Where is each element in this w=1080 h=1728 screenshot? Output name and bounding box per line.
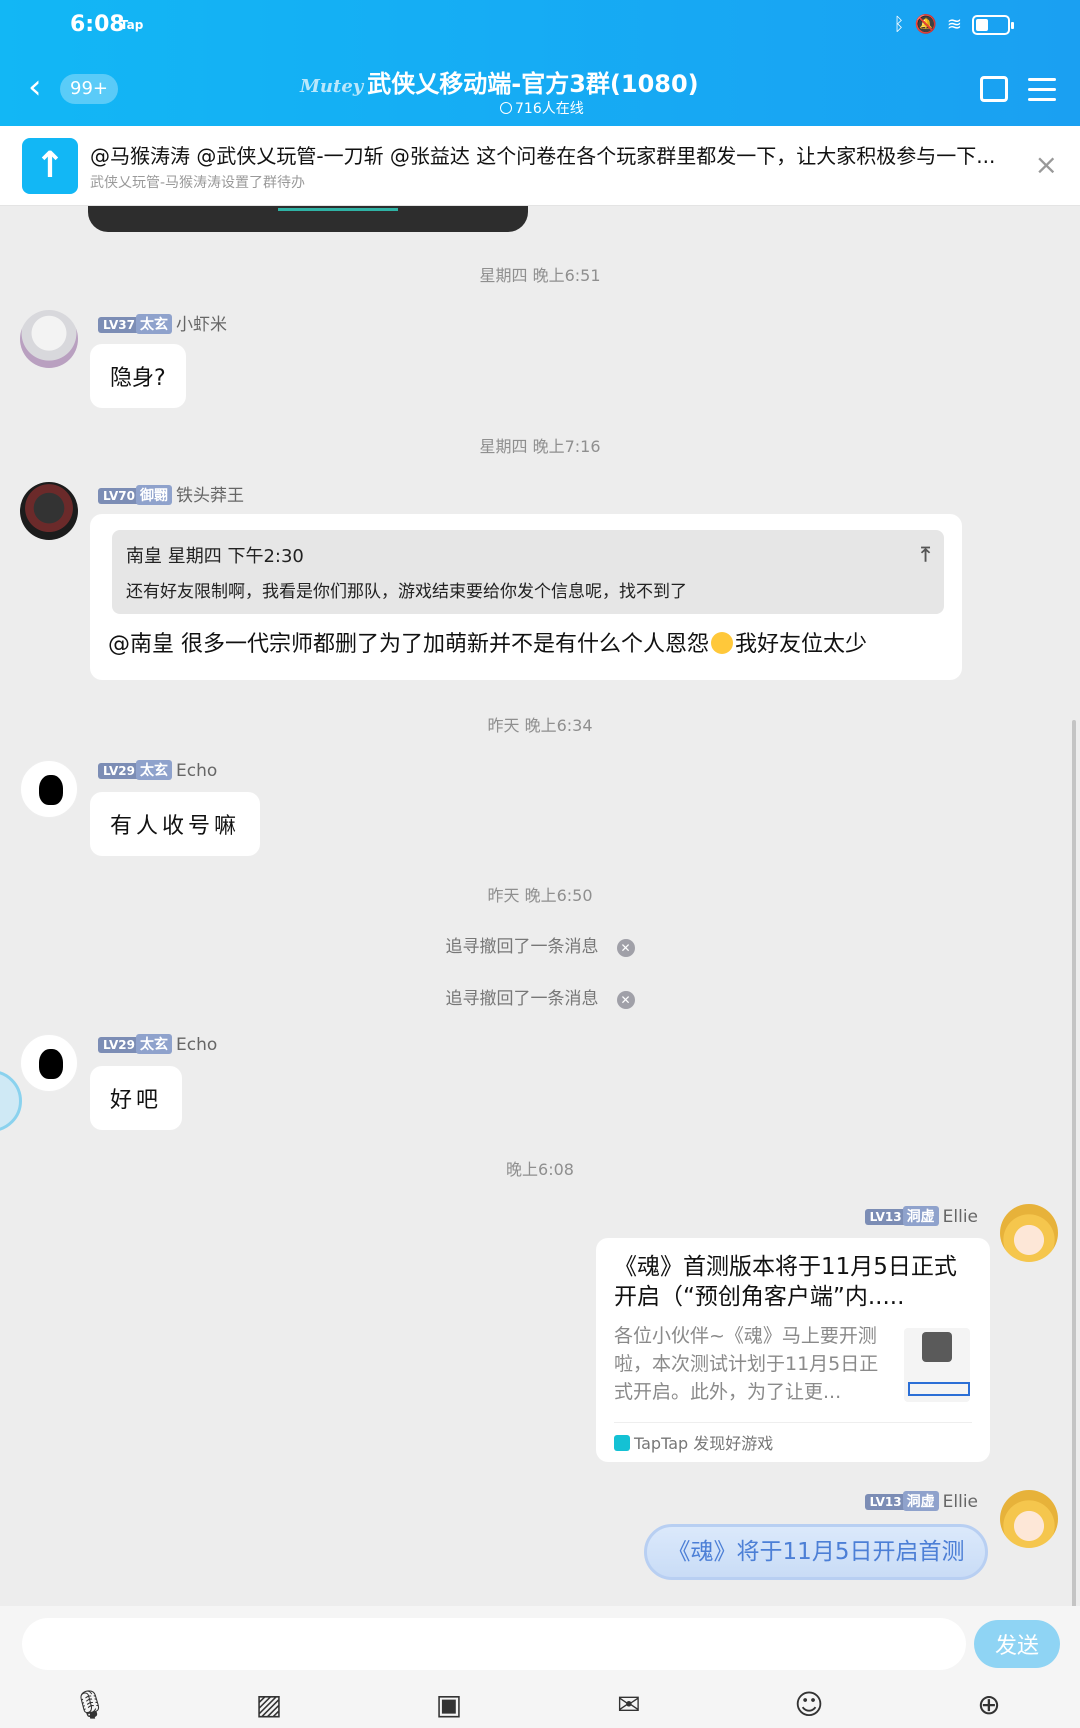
close-icon[interactable]: × — [1035, 148, 1058, 181]
level-badge: LV13 — [864, 1209, 907, 1225]
send-button[interactable]: 发送 — [974, 1620, 1060, 1668]
rank-badge: 太玄 — [135, 314, 172, 334]
sender-meta: LV13 洞虚 Ellie — [864, 1206, 978, 1227]
level-badge: LV29 — [98, 763, 140, 779]
sender-name: Echo — [175, 761, 218, 781]
rank-badge: 御翾 — [135, 485, 172, 505]
message-bubble[interactable]: 隐身? — [90, 344, 186, 408]
avatar[interactable] — [20, 1034, 78, 1092]
timestamp: 星期四 晚上7:16 — [479, 437, 601, 456]
message-bubble[interactable]: 有人收号嘛 — [90, 792, 261, 856]
calendar-check-icon[interactable] — [980, 76, 1008, 102]
close-icon[interactable]: ✕ — [616, 939, 635, 957]
notice-text: @马猴涛涛 @武侠乂玩管-一刀斩 @张益达 这个问卷在各个玩家群里都发一下，让大… — [90, 144, 996, 168]
recall-notice: 追寻撤回了一条消息 ✕ — [0, 984, 1080, 1009]
unread-count-badge[interactable]: 99+ — [60, 74, 118, 104]
rank-badge: 太玄 — [135, 760, 172, 780]
menu-icon[interactable] — [1028, 78, 1056, 108]
sender-meta: LV13 洞虚 Ellie — [864, 1491, 978, 1512]
timestamp: 昨天 晚上6:34 — [487, 716, 593, 735]
avatar[interactable] — [20, 310, 78, 368]
timestamp: 晚上6:08 — [506, 1160, 574, 1179]
message-bubble[interactable]: 《魂》将于11月5日开启首测 — [644, 1524, 988, 1580]
pin-top-icon: ↑ — [22, 138, 78, 194]
quote-header: 南皇 星期四 下午2:30 — [126, 546, 304, 567]
sender-meta: LV29 太玄 Echo — [98, 1034, 217, 1055]
taptap-logo-icon — [614, 1435, 630, 1451]
avatar[interactable] — [1000, 1490, 1058, 1548]
battery-icon — [972, 14, 1014, 35]
level-badge: LV37 — [98, 317, 140, 333]
recall-text: 追寻撤回了一条消息 — [445, 989, 599, 1009]
card-thumbnail — [904, 1328, 970, 1402]
mute-icon: 🔕 — [914, 14, 937, 35]
status-time: 6:08 — [70, 12, 125, 37]
status-app-label: Tap — [120, 18, 144, 32]
link-card[interactable]: 《魂》首测版本将于11月5日正式开启（“预创角客户端”内..... 各位小伙伴~… — [596, 1238, 990, 1462]
sender-name: Echo — [175, 1035, 218, 1055]
floating-assistant-icon[interactable] — [0, 1070, 22, 1132]
notice-subtitle: 武侠乂玩管-马猴涛涛设置了群待办 — [90, 175, 306, 191]
title-decoration: Mutey — [300, 76, 364, 97]
wifi-icon: ≋ — [946, 14, 962, 35]
close-icon[interactable]: ✕ — [616, 991, 635, 1009]
image-message-fragment[interactable] — [88, 206, 528, 232]
chat-title[interactable]: Mutey 武侠乂移动端-官方3群(1080) — [300, 64, 740, 99]
chat-title-text: 武侠乂移动端-官方3群(1080) — [367, 70, 699, 98]
reply-text-part2: 我好友位太少 — [735, 632, 868, 657]
status-icons: ᛒ 🔕 ≋ — [893, 14, 1014, 35]
sender-meta: LV37 太玄 小虾米 — [98, 310, 227, 335]
input-bar: 发送 🎙 ▨ ▣ ✉ ☺ ⊕ — [0, 1606, 1080, 1728]
emoji-icon[interactable]: ☺ — [792, 1688, 826, 1722]
avatar[interactable] — [20, 760, 78, 818]
message-bubble[interactable]: 好吧 — [90, 1066, 183, 1130]
sender-name: Ellie — [942, 1207, 978, 1227]
scrollbar[interactable] — [1072, 720, 1076, 1610]
card-source-text: TapTap 发现好游戏 — [634, 1434, 774, 1453]
recall-text: 追寻撤回了一条消息 — [445, 937, 599, 957]
gift-icon[interactable]: ✉ — [612, 1688, 646, 1722]
card-title: 《魂》首测版本将于11月5日正式开启（“预创角客户端”内..... — [614, 1254, 957, 1310]
message-input[interactable] — [22, 1618, 966, 1670]
bluetooth-icon: ᛒ — [893, 14, 905, 35]
card-source: TapTap 发现好游戏 — [614, 1430, 773, 1454]
avatar[interactable] — [20, 482, 78, 540]
online-icon — [500, 102, 512, 114]
level-badge: LV13 — [864, 1494, 907, 1510]
jump-to-top-icon[interactable]: ⤒ — [921, 542, 930, 566]
sender-name: Ellie — [942, 1492, 978, 1512]
back-icon[interactable]: ‹ — [28, 70, 42, 104]
online-count-text: 716人在线 — [515, 101, 584, 117]
timestamp: 昨天 晚上6:50 — [487, 886, 593, 905]
image-icon[interactable]: ▨ — [252, 1688, 286, 1722]
reply-text-part1: @南皇 很多一代宗师都删了为了加萌新并不是有什么个人恩怨 — [108, 632, 709, 657]
group-todo-banner[interactable]: ↑ @马猴涛涛 @武侠乂玩管-一刀斩 @张益达 这个问卷在各个玩家群里都发一下，… — [0, 126, 1080, 206]
laughing-emoji-icon — [711, 632, 733, 654]
level-badge: LV70 — [98, 488, 140, 504]
sender-meta: LV70 御翾 铁头莽王 — [98, 481, 244, 506]
recall-notice: 追寻撤回了一条消息 ✕ — [0, 932, 1080, 957]
sender-name: 小虾米 — [175, 315, 227, 335]
rank-badge: 洞虚 — [902, 1206, 939, 1226]
reply-text: @南皇 很多一代宗师都删了为了加萌新并不是有什么个人恩怨 我好友位太少 — [108, 626, 867, 658]
chat-header: 6:08 Tap ᛒ 🔕 ≋ ‹ 99+ Mutey 武侠乂移动端-官方3群(10… — [0, 0, 1080, 126]
sender-meta: LV29 太玄 Echo — [98, 760, 217, 781]
timestamp: 星期四 晚上6:51 — [479, 266, 601, 285]
online-count: 716人在线 — [500, 98, 584, 118]
quoted-message[interactable]: 南皇 星期四 下午2:30 还有好友限制啊，我看是你们那队，游戏结束要给你发个信… — [112, 530, 944, 614]
camera-icon[interactable]: ▣ — [432, 1688, 466, 1722]
level-badge: LV29 — [98, 1037, 140, 1053]
card-description: 各位小伙伴~《魂》马上要开测啦，本次测试计划于11月5日正式开启。此外，为了让更… — [614, 1325, 879, 1403]
avatar[interactable] — [1000, 1204, 1058, 1262]
rank-badge: 洞虚 — [902, 1491, 939, 1511]
rank-badge: 太玄 — [135, 1034, 172, 1054]
mic-icon[interactable]: 🎙 — [72, 1688, 108, 1722]
quote-body: 还有好友限制啊，我看是你们那队，游戏结束要给你发个信息呢，找不到了 — [126, 582, 687, 602]
plus-icon[interactable]: ⊕ — [972, 1688, 1006, 1722]
divider — [614, 1422, 972, 1423]
sender-name: 铁头莽王 — [175, 486, 244, 506]
